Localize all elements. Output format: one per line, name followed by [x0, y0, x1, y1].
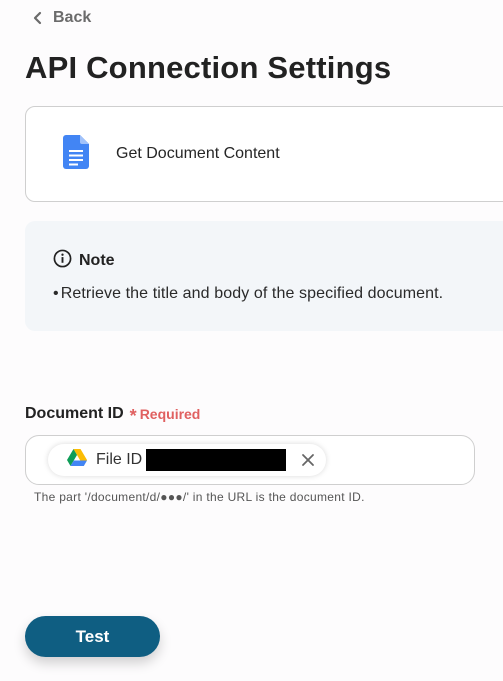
page-title: API Connection Settings	[25, 50, 392, 85]
google-drive-icon	[67, 449, 87, 471]
note-box: Note • Retrieve the title and body of th…	[25, 221, 503, 331]
document-id-field[interactable]: File ID	[25, 435, 475, 485]
info-icon	[53, 249, 72, 273]
file-id-chip[interactable]: File ID	[48, 444, 326, 476]
close-icon[interactable]	[300, 452, 316, 468]
required-asterisk: *	[129, 405, 137, 426]
chip-label: File ID	[96, 451, 143, 468]
field-label-text: Document ID	[25, 405, 124, 422]
action-label: Get Document Content	[116, 145, 280, 162]
chevron-left-icon	[33, 8, 45, 28]
google-docs-icon	[63, 134, 89, 174]
note-text-row: • Retrieve the title and body of the spe…	[53, 285, 503, 303]
field-hint: The part '/document/d/●●●/' in the URL i…	[34, 490, 365, 504]
required-text: Required	[139, 406, 201, 422]
back-link[interactable]: Back	[33, 8, 91, 28]
required-indicator: * Required	[129, 405, 201, 426]
note-header: Note	[53, 249, 503, 273]
action-card[interactable]: Get Document Content	[25, 106, 503, 202]
note-heading: Note	[79, 252, 115, 269]
note-text: Retrieve the title and body of the speci…	[60, 285, 444, 302]
document-id-label: Document ID * Required	[25, 405, 201, 426]
test-button[interactable]: Test	[25, 616, 160, 657]
redacted-value	[146, 449, 287, 471]
note-bullet: •	[53, 285, 59, 302]
back-label: Back	[53, 9, 92, 26]
